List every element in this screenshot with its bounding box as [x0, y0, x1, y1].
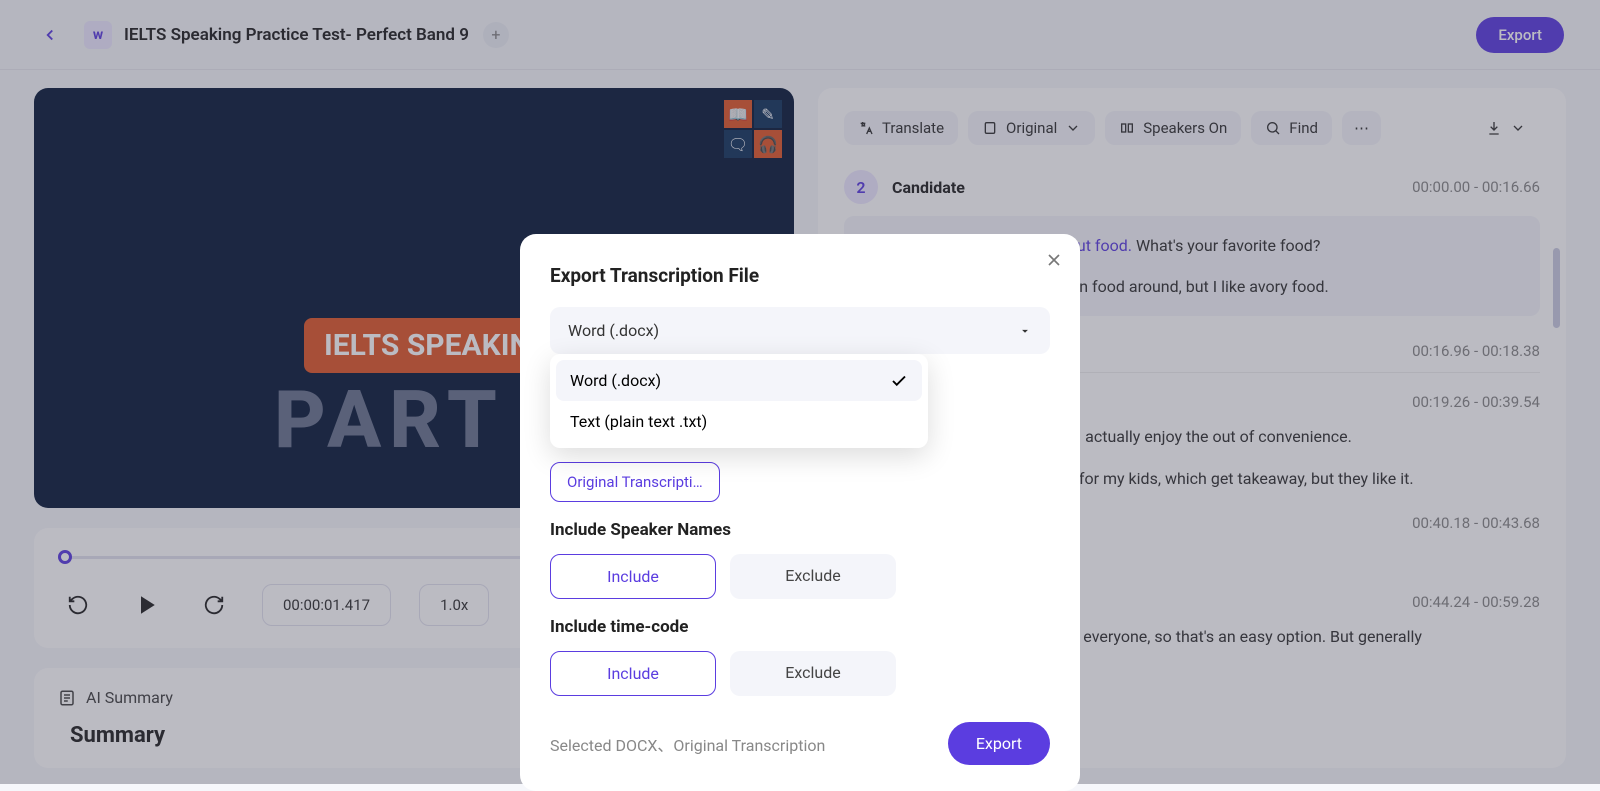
- modal-title: Export Transcription File: [550, 264, 1050, 287]
- speaker-names-label: Include Speaker Names: [550, 520, 1050, 540]
- speaker-include-button[interactable]: Include: [550, 554, 716, 599]
- selection-summary: Selected DOCX、Original Transcription: [550, 732, 825, 756]
- close-icon: [1044, 250, 1064, 270]
- check-icon: [890, 372, 908, 390]
- format-select[interactable]: Word (.docx): [550, 307, 1050, 354]
- caret-down-icon: [1018, 324, 1032, 338]
- format-option-word[interactable]: Word (.docx): [556, 360, 922, 401]
- format-option-text[interactable]: Text (plain text .txt): [556, 401, 922, 442]
- export-confirm-button[interactable]: Export: [948, 722, 1050, 765]
- speaker-exclude-button[interactable]: Exclude: [730, 554, 896, 599]
- format-dropdown: Word (.docx) Text (plain text .txt): [550, 354, 928, 448]
- timecode-label: Include time-code: [550, 617, 1050, 637]
- original-transcription-chip[interactable]: Original Transcripti…: [550, 462, 720, 502]
- timecode-include-button[interactable]: Include: [550, 651, 716, 696]
- close-button[interactable]: [1044, 250, 1064, 274]
- export-modal: Export Transcription File Word (.docx) W…: [520, 234, 1080, 791]
- timecode-exclude-button[interactable]: Exclude: [730, 651, 896, 696]
- modal-overlay[interactable]: Export Transcription File Word (.docx) W…: [0, 0, 1600, 784]
